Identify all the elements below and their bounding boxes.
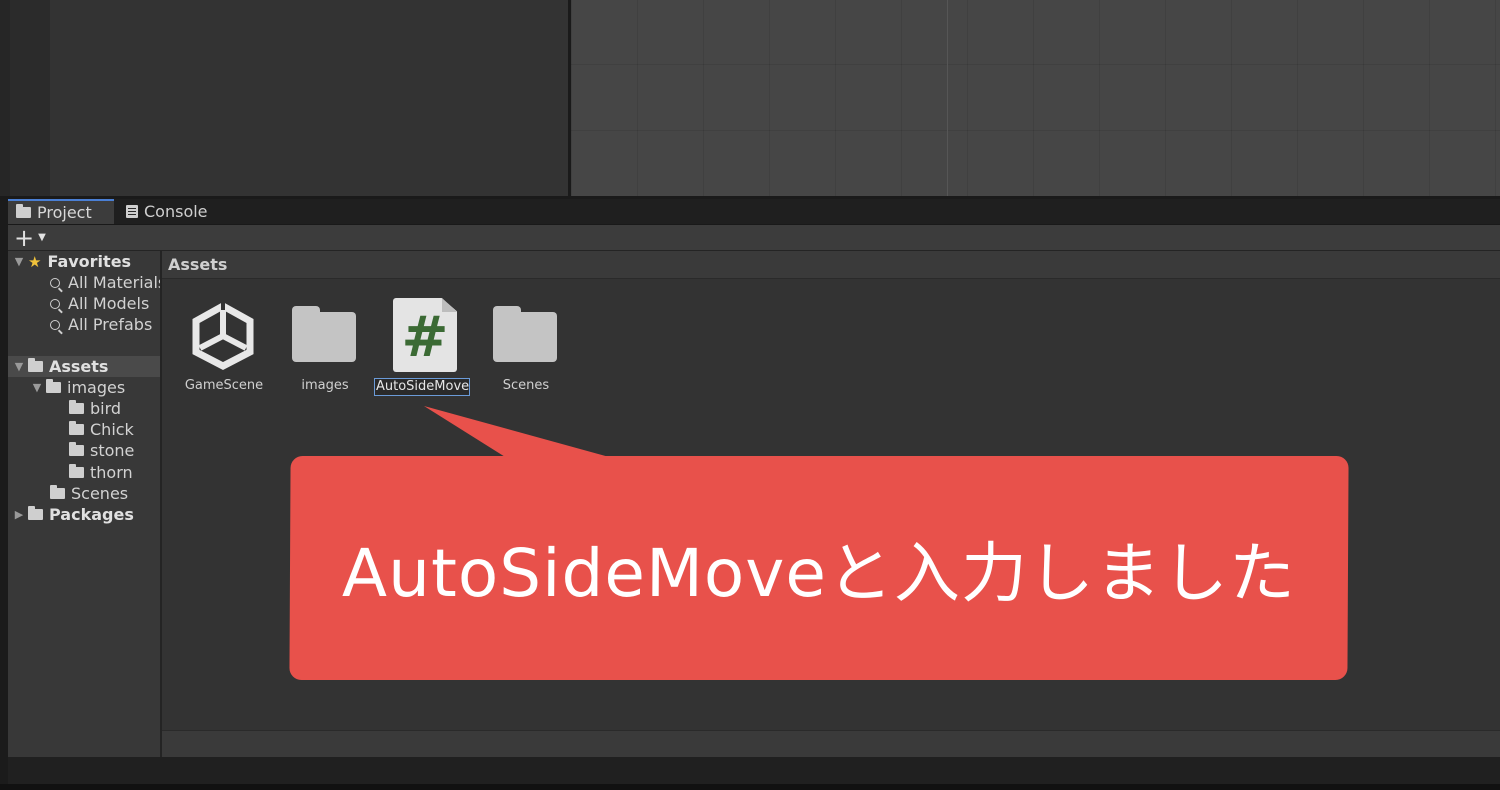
tree-item-all-prefabs[interactable]: All Prefabs [50, 314, 152, 335]
folder-icon [28, 506, 43, 520]
asset-images-folder[interactable]: images [277, 298, 373, 398]
asset-autosidemove-script[interactable]: # AutoSideMove [373, 298, 470, 398]
tab-bar: Project Console [8, 199, 1500, 225]
tree-item-packages[interactable]: ▶ Packages [12, 504, 134, 525]
tree-item-assets[interactable]: ▼ Assets [8, 356, 160, 377]
tree-item-label: All Prefabs [68, 315, 153, 334]
tree-item-scenes[interactable]: Scenes [50, 483, 128, 504]
tab-console[interactable]: Console [118, 199, 228, 224]
editor-left-strip [0, 0, 10, 198]
tree-item-chick[interactable]: Chick [69, 419, 134, 440]
console-icon [126, 205, 138, 218]
folder-icon [493, 306, 557, 362]
folder-icon [16, 204, 31, 218]
search-icon [50, 298, 60, 309]
tree-item-label: Scenes [71, 484, 129, 503]
asset-label: Scenes [502, 378, 550, 393]
hierarchy-side-bar [10, 0, 50, 198]
folder-icon [69, 400, 84, 414]
tab-project[interactable]: Project [8, 199, 114, 224]
create-button[interactable]: + ▼ [14, 223, 46, 252]
callout-annotation: AutoSideMoveと入力しました [289, 456, 1349, 680]
rename-input[interactable]: AutoSideMove [374, 378, 470, 396]
plus-icon: + [14, 223, 35, 252]
tree-item-label: Assets [49, 357, 109, 376]
tree-item-label: Chick [90, 420, 134, 439]
expand-down-icon[interactable]: ▼ [12, 255, 26, 268]
folder-icon [292, 306, 356, 362]
tree-item-bird[interactable]: bird [69, 398, 121, 419]
tree-item-favorites[interactable]: ▼ ★ Favorites [12, 251, 131, 272]
tree-item-label: All Models [68, 294, 150, 313]
expand-down-icon[interactable]: ▼ [12, 360, 26, 373]
callout-text: AutoSideMoveと入力しました [341, 535, 1297, 612]
tree-item-thorn[interactable]: thorn [69, 462, 133, 483]
folder-icon [50, 485, 65, 499]
asset-label: images [301, 378, 349, 393]
tree-item-images[interactable]: ▼ images [30, 377, 125, 398]
asset-scenes-folder[interactable]: Scenes [478, 298, 574, 398]
hierarchy-panel[interactable] [50, 0, 568, 198]
asset-grid-footer [162, 730, 1500, 758]
tree-item-label: Packages [49, 505, 134, 524]
tree-item-label: stone [90, 441, 135, 460]
project-tree: ▼ ★ Favorites All Materials All Models A… [8, 251, 160, 757]
breadcrumb: Assets [162, 251, 1500, 279]
scene-view[interactable] [571, 0, 1500, 196]
tree-item-label: images [67, 378, 126, 397]
tab-project-label: Project [37, 203, 92, 222]
tree-item-label: thorn [90, 463, 133, 482]
hash-icon: # [401, 305, 449, 370]
unity-scene-icon [192, 300, 254, 370]
tab-console-label: Console [144, 202, 208, 221]
breadcrumb-assets[interactable]: Assets [168, 255, 227, 274]
folder-open-icon [46, 379, 61, 393]
window-left-edge [0, 199, 8, 790]
project-toolbar: + ▼ [8, 225, 1500, 251]
expand-down-icon[interactable]: ▼ [30, 381, 44, 394]
tree-item-label: Favorites [47, 252, 132, 271]
status-bar [8, 757, 1500, 784]
search-icon [50, 277, 60, 288]
scene-grid-axis [947, 0, 948, 196]
folder-icon [69, 421, 84, 435]
folder-icon [69, 464, 84, 478]
folder-open-icon [28, 358, 43, 372]
tree-item-label: bird [90, 399, 122, 418]
expand-right-icon[interactable]: ▶ [12, 508, 26, 521]
window-bottom-edge [0, 784, 1500, 790]
folder-icon [69, 442, 84, 456]
tree-item-all-models[interactable]: All Models [50, 293, 149, 314]
tree-item-all-materials[interactable]: All Materials [50, 272, 160, 293]
tree-item-stone[interactable]: stone [69, 440, 134, 461]
search-icon [50, 319, 60, 330]
caret-down-icon: ▼ [38, 231, 46, 243]
asset-label: GameScene [184, 378, 264, 393]
asset-gamescene[interactable]: GameScene [176, 298, 272, 398]
tree-item-label: All Materials [68, 273, 160, 292]
star-icon: ★ [28, 252, 42, 271]
